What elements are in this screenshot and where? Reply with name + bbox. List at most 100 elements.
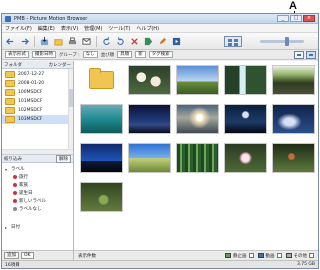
print-icon — [68, 36, 77, 44]
menu-file[interactable]: ファイル(F) — [5, 25, 32, 32]
edit-button[interactable] — [157, 36, 168, 47]
left-pane: フォルダ カレンダー 2007-12-27 2008-01-20 100MSDC… — [2, 61, 74, 260]
import-icon — [40, 36, 49, 45]
import-button[interactable] — [39, 36, 50, 47]
menu-help[interactable]: ヘルプ(H) — [136, 25, 159, 32]
folder-list: 2007-12-27 2008-01-20 100MSDCF 101MSDCF … — [2, 69, 73, 149]
photo-thumbnail[interactable] — [224, 104, 267, 134]
photo-thumbnail[interactable] — [224, 143, 267, 173]
photo-thumbnail[interactable] — [80, 104, 123, 134]
menu-tools[interactable]: ツール(T) — [108, 25, 130, 32]
filter-movie[interactable]: 動画 — [257, 253, 282, 259]
tag-clear-button[interactable]: 解除 — [56, 154, 71, 163]
delete-button[interactable] — [129, 36, 140, 47]
photo-thumbnail[interactable] — [80, 143, 123, 173]
slideshow-button[interactable] — [171, 36, 182, 47]
photo-thumbnail[interactable] — [176, 104, 219, 134]
email-button[interactable] — [81, 36, 92, 47]
tag-item[interactable]: 誕生日 — [5, 189, 70, 197]
photo-thumbnail[interactable] — [128, 65, 171, 95]
main-area: フォルダ カレンダー 2007-12-27 2008-01-20 100MSDC… — [2, 61, 318, 260]
menu-bar: ファイル(F) 編集(E) 表示(V) 管理(M) ツール(T) ヘルプ(H) — [2, 24, 318, 33]
folder-item-selected[interactable]: 103MSDCF — [2, 115, 73, 124]
date-root[interactable]: ▸ 日付 — [5, 223, 70, 231]
checkbox[interactable] — [248, 253, 254, 258]
filter-other[interactable]: その他 — [285, 253, 314, 259]
close-button[interactable]: × — [303, 15, 315, 22]
thumbnail-view-toggle[interactable] — [224, 36, 242, 47]
folder-button[interactable] — [53, 36, 64, 47]
photo-thumbnail[interactable] — [272, 143, 315, 173]
edit-icon — [159, 37, 167, 44]
print-button[interactable] — [67, 36, 78, 47]
tree-expand-icon[interactable]: ▸ — [5, 225, 9, 230]
checkbox[interactable] — [276, 253, 282, 258]
slideshow-icon — [172, 37, 181, 45]
status-bar: 16項目 3.75 GB — [2, 260, 318, 268]
order-b-button[interactable]: 新 — [135, 51, 146, 58]
menu-manage[interactable]: 管理(M) — [84, 25, 102, 32]
tag-root[interactable]: ▾ ラベル — [5, 165, 70, 173]
thumbnail-size-slider[interactable] — [260, 37, 304, 46]
left-pane-footer: 追加 OK — [2, 250, 73, 260]
folder-icon — [5, 116, 15, 123]
photo-thumbnail[interactable] — [80, 182, 123, 212]
ok-button[interactable]: OK — [21, 252, 34, 259]
left-pane-header: フォルダ カレンダー — [2, 61, 73, 69]
tag-item[interactable]: 旅行 — [5, 173, 70, 181]
photo-thumbnail[interactable] — [272, 65, 315, 95]
tag-filter-select[interactable]: タグ検索 — [148, 51, 173, 58]
menu-view[interactable]: 表示(V) — [61, 25, 78, 32]
folder-icon — [5, 71, 15, 78]
tag-icon — [13, 183, 17, 187]
photo-thumbnail[interactable] — [272, 104, 315, 134]
slider-thumb[interactable] — [285, 37, 289, 46]
index-view-button[interactable] — [294, 51, 304, 59]
folder-item[interactable]: 2007-12-27 — [2, 70, 73, 79]
toolbar-separator — [34, 35, 35, 47]
photo-thumbnail[interactable] — [224, 65, 267, 95]
photo-thumbnail[interactable] — [128, 143, 171, 173]
add-button[interactable]: 追加 — [4, 252, 19, 259]
folder-icon — [5, 89, 15, 96]
rotate-left-button[interactable] — [101, 36, 112, 47]
calendar-view-button[interactable] — [306, 51, 316, 59]
folder-list-scrollbar[interactable] — [68, 69, 73, 149]
tag-button[interactable] — [143, 36, 154, 47]
scrollbar-thumb[interactable] — [69, 89, 73, 107]
app-window: PMB - Picture Motion Browser _ □ × ファイル(… — [1, 13, 319, 269]
movie-icon — [257, 253, 264, 258]
folder-item[interactable]: 101MSDCF — [2, 97, 73, 106]
calendar-view-tab[interactable]: カレンダー — [49, 62, 72, 68]
checkbox[interactable] — [309, 253, 314, 258]
tag-item[interactable]: 家族 — [5, 181, 70, 189]
forward-button[interactable] — [19, 36, 30, 47]
folder-item[interactable]: 102MSDCF — [2, 106, 73, 115]
photo-thumbnail[interactable] — [176, 143, 219, 173]
folder-item[interactable]: 2008-01-20 — [2, 79, 73, 88]
rotate-right-button[interactable] — [115, 36, 126, 47]
back-button[interactable] — [5, 36, 16, 47]
tree-collapse-icon[interactable]: ▾ — [5, 167, 9, 172]
tag-item[interactable]: 新しいラベル — [5, 197, 70, 205]
rotate-left-icon — [103, 36, 110, 45]
folder-item[interactable]: 100MSDCF — [2, 88, 73, 97]
photo-thumbnail[interactable] — [176, 65, 219, 95]
folder-view-tab[interactable]: フォルダ — [4, 62, 22, 68]
folder-thumbnail[interactable] — [80, 65, 123, 95]
maximize-button[interactable]: □ — [290, 15, 302, 22]
sort-select[interactable]: 撮影日時 — [32, 51, 56, 58]
view-select[interactable]: 表示形式 — [5, 51, 29, 58]
tag-icon — [13, 207, 17, 211]
order-a-button[interactable]: 昇順 — [117, 51, 133, 58]
filter-still[interactable]: 静止画 — [225, 253, 254, 259]
photo-thumbnail[interactable] — [128, 104, 171, 134]
total-size: 3.75 GB — [296, 262, 315, 267]
app-icon — [5, 15, 11, 22]
menu-edit[interactable]: 編集(E) — [38, 25, 55, 32]
minimize-button[interactable]: _ — [277, 15, 289, 22]
forward-arrow-icon — [21, 37, 29, 45]
tag-item[interactable]: ラベルなし — [5, 205, 70, 213]
group-select[interactable]: なし — [82, 51, 98, 58]
tag-icon — [13, 191, 17, 195]
